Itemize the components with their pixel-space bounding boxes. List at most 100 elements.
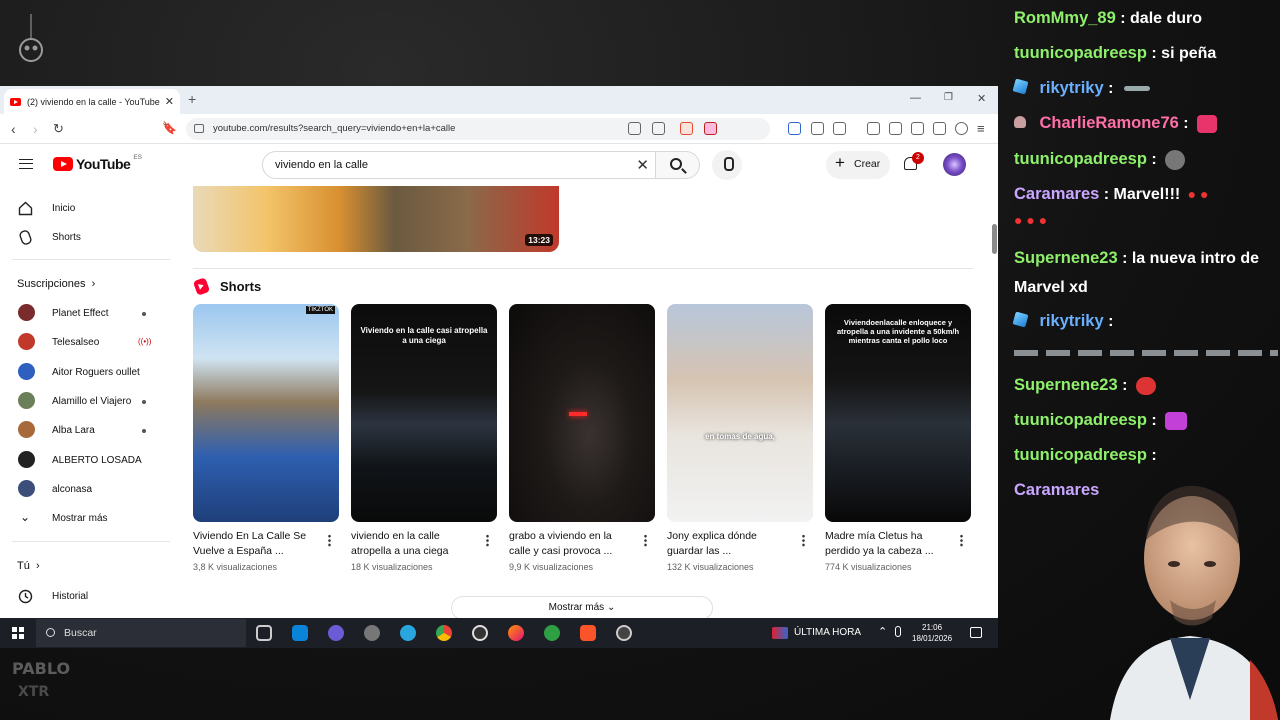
sidebar-item-home[interactable]: Inicio	[0, 194, 176, 223]
short-card[interactable]: Viviendo en la calle casi atropella a un…	[351, 304, 497, 572]
chat-username: Supernene23	[1014, 249, 1118, 267]
windows-start-icon[interactable]	[12, 627, 24, 639]
task-view-icon[interactable]	[256, 625, 272, 641]
region-code: ES	[133, 153, 142, 161]
short-title[interactable]: Viviendo En La Calle Se Vuelve a España …	[193, 529, 317, 559]
short-card[interactable]: TIKZTOK Viviendo En La Calle Se Vuelve a…	[193, 304, 339, 572]
xbox-icon[interactable]	[544, 625, 560, 641]
short-views: 3,8 K visualizaciones	[193, 562, 278, 572]
telegram-icon[interactable]	[400, 625, 416, 641]
sidebar-item-channel[interactable]: alconasa	[0, 475, 176, 504]
discord-icon[interactable]	[328, 625, 344, 641]
short-thumbnail[interactable]: TIKZTOK	[193, 304, 339, 522]
browser-menu-icon[interactable]: ≡	[977, 121, 985, 136]
taskbar-clock[interactable]: 21:06 18/01/2026	[912, 622, 952, 644]
new-content-dot	[142, 312, 146, 316]
extensions-icon[interactable]	[811, 122, 824, 135]
obs-icon[interactable]	[616, 625, 632, 641]
create-button[interactable]: Crear	[826, 151, 890, 179]
screenshot-icon[interactable]	[833, 122, 846, 135]
short-title[interactable]: Madre mía Cletus ha perdido ya la cabeza…	[825, 529, 949, 559]
leo-icon[interactable]	[933, 122, 946, 135]
sidebar-item-channel[interactable]: ALBERTO LOSADA	[0, 446, 176, 475]
back-icon[interactable]: ‹	[11, 121, 16, 137]
subscriptions-heading[interactable]: Suscripciones ›	[17, 278, 95, 290]
short-title[interactable]: viviendo en la calle atropella a una cie…	[351, 529, 475, 559]
sidebar-item-channel[interactable]: Telesalseo ((•))	[0, 328, 176, 357]
brave-icon[interactable]	[580, 625, 596, 641]
short-title[interactable]: grabo a viviendo en la calle y casi prov…	[509, 529, 633, 559]
search-icon	[670, 158, 682, 170]
more-options-icon[interactable]	[960, 534, 963, 547]
scrollbar[interactable]	[990, 186, 998, 618]
short-card[interactable]: grabo a viviendo en la calle y casi prov…	[509, 304, 655, 572]
hamburger-menu-icon[interactable]	[19, 159, 33, 169]
short-card[interactable]: en tomas de agua, Jony explica dónde gua…	[667, 304, 813, 572]
channel-name: Alba Lara	[52, 425, 95, 436]
video-thumbnail[interactable]: 13:23	[193, 186, 559, 252]
sidebar-item-channel[interactable]: Alba Lara	[0, 416, 176, 445]
voice-search-mic-icon[interactable]	[712, 150, 742, 180]
search-button[interactable]	[656, 151, 700, 179]
reload-icon[interactable]: ↻	[53, 121, 64, 137]
short-thumbnail[interactable]: Viviendo en la calle casi atropella a un…	[351, 304, 497, 522]
short-thumbnail[interactable]: en tomas de agua,	[667, 304, 813, 522]
settings-app-icon[interactable]	[364, 625, 380, 641]
sidebar-item-channel[interactable]: Alamillo el Viajero	[0, 387, 176, 416]
tray-mic-icon[interactable]	[895, 626, 901, 637]
notification-center-icon[interactable]	[970, 627, 982, 638]
short-card[interactable]: Viviendoenlacalle enloquece y atropella …	[825, 304, 971, 572]
short-thumbnail[interactable]: Viviendoenlacalle enloquece y atropella …	[825, 304, 971, 522]
sidebar-show-more[interactable]: ⌄ Mostrar más	[0, 504, 176, 533]
forward-icon[interactable]: ›	[33, 121, 38, 137]
brave-rewards-icon[interactable]	[704, 122, 717, 135]
brave-shield-icon[interactable]	[680, 122, 693, 135]
sidebar-toggle-icon[interactable]	[889, 122, 902, 135]
sidebar-item-channel[interactable]: Planet Effect	[0, 299, 176, 328]
sidebar-item-channel[interactable]: Aitor Roguers oullet	[0, 358, 176, 387]
clear-search-icon[interactable]: ✕	[636, 156, 649, 174]
show-more-shorts-button[interactable]: Mostrar más ⌄	[451, 596, 713, 618]
more-options-icon[interactable]	[328, 534, 331, 547]
media-icon[interactable]	[867, 122, 880, 135]
close-window-icon[interactable]: ✕	[977, 92, 986, 105]
short-title[interactable]: Jony explica dónde guardar las ...	[667, 529, 791, 559]
scrollbar-thumb[interactable]	[992, 224, 997, 254]
news-widget[interactable]: ÚLTIMA HORA	[772, 627, 861, 639]
tray-chevron-up-icon[interactable]: ⌃	[878, 625, 887, 638]
new-tab-icon[interactable]: +	[188, 91, 196, 107]
sidebar-item-shorts[interactable]: Shorts	[0, 223, 176, 252]
reader-icon[interactable]	[788, 122, 801, 135]
vpn-icon[interactable]	[955, 122, 968, 135]
bookmark-icon[interactable]: 🔖	[162, 121, 177, 135]
badge-cube-icon	[1012, 78, 1029, 95]
account-avatar[interactable]	[943, 153, 966, 176]
more-options-icon[interactable]	[644, 534, 647, 547]
chat-username: CharlieRamone76	[1039, 114, 1179, 132]
chrome-icon[interactable]	[436, 625, 452, 641]
channel-name: Planet Effect	[52, 308, 109, 319]
youtube-logo[interactable]: YouTube ES	[53, 153, 142, 172]
tab-youtube[interactable]: (2) viviendo en la calle - YouTube ✕	[4, 89, 180, 114]
restore-icon[interactable]: ❐	[944, 92, 953, 103]
firefox-icon[interactable]	[508, 625, 524, 641]
short-views: 9,9 K visualizaciones	[509, 562, 594, 572]
wallet-icon[interactable]	[911, 122, 924, 135]
more-options-icon[interactable]	[486, 534, 489, 547]
share-icon[interactable]	[652, 122, 665, 135]
search-input[interactable]: viviendo en la calle ✕	[262, 151, 656, 179]
minimize-icon[interactable]: —	[910, 92, 921, 104]
install-app-icon[interactable]	[628, 122, 641, 135]
emote-icon	[1165, 149, 1186, 170]
sidebar-item-history[interactable]: Historial	[0, 582, 176, 611]
new-content-dot	[142, 429, 146, 433]
site-info-icon[interactable]	[194, 124, 204, 133]
short-thumbnail[interactable]	[509, 304, 655, 522]
home-icon	[18, 201, 33, 216]
taskbar-search[interactable]: Buscar	[36, 619, 246, 647]
store-icon[interactable]	[292, 625, 308, 641]
close-tab-icon[interactable]: ✕	[165, 95, 174, 108]
media-player-icon[interactable]	[472, 625, 488, 641]
you-heading[interactable]: Tú ›	[17, 560, 40, 572]
more-options-icon[interactable]	[802, 534, 805, 547]
